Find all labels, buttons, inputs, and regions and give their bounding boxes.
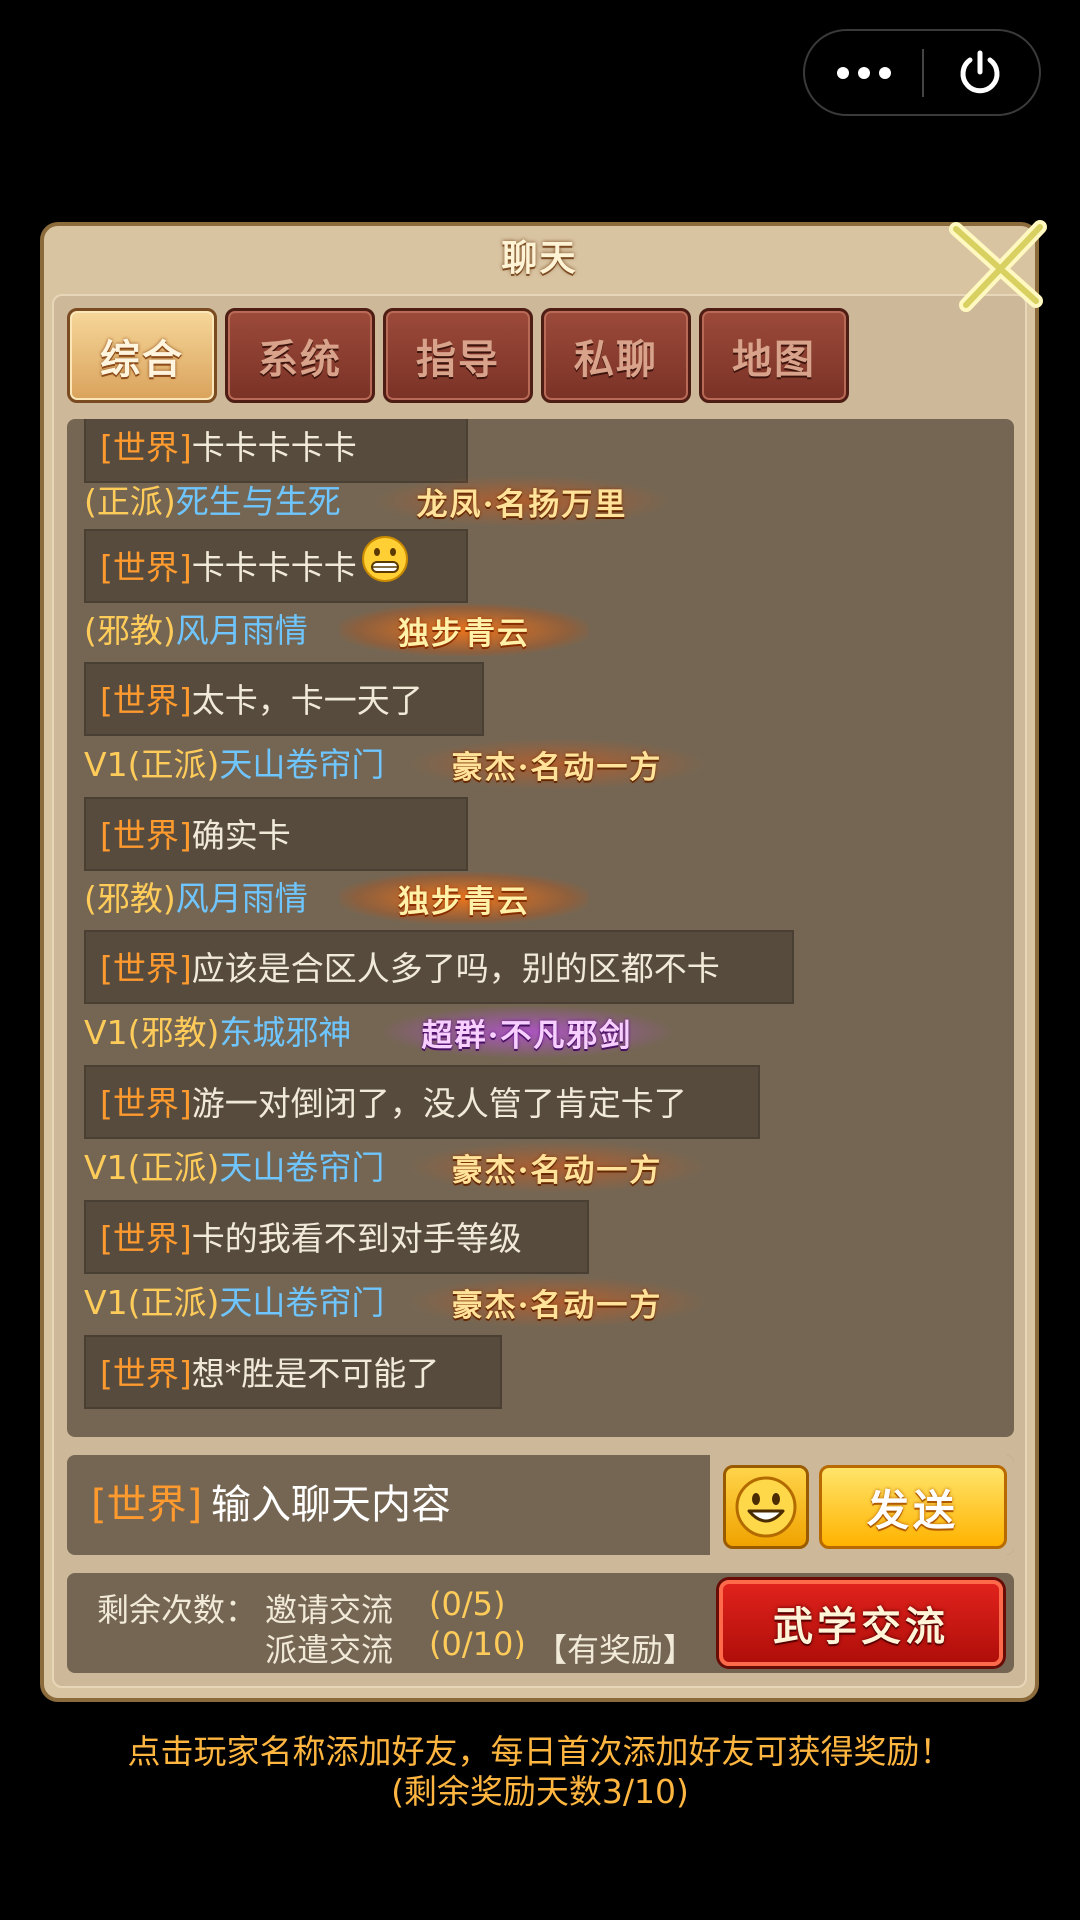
chat-message: [世界]游一对倒闭了，没人管了肯定卡了 xyxy=(84,1065,760,1139)
channel-tag: [世界] xyxy=(100,816,192,855)
sender-faction: (正派) xyxy=(127,1148,220,1187)
sender-name[interactable]: 天山卷帘门 xyxy=(219,1283,384,1322)
chat-message: [世界]卡卡卡卡卡 xyxy=(84,419,468,483)
close-icon[interactable] xyxy=(948,215,1050,315)
channel-tag: [世界] xyxy=(100,949,192,988)
tab-private[interactable]: 私聊 xyxy=(541,308,691,403)
channel-tag: [世界] xyxy=(100,428,192,467)
input-placeholder: 输入聊天内容 xyxy=(211,1482,451,1528)
title-badge: 豪杰·名动一方 xyxy=(407,1276,707,1328)
chat-message: [世界]卡的我看不到对手等级 xyxy=(84,1200,589,1274)
dispatch-count: (0/10) xyxy=(429,1625,526,1663)
remaining-label: 剩余次数： xyxy=(97,1591,258,1629)
sender-line: V1(邪教)东城邪神 xyxy=(84,1008,351,1058)
message-text: 想*胜是不可能了 xyxy=(191,1354,440,1393)
vip-tag: V1 xyxy=(84,745,128,784)
sender-name[interactable]: 死生与生死 xyxy=(176,482,341,521)
power-icon[interactable] xyxy=(955,48,1005,98)
invite-count: (0/5) xyxy=(429,1585,506,1623)
sender-line: V1(正派)天山卷帘门 xyxy=(84,1143,384,1193)
tab-general[interactable]: 综合 xyxy=(67,308,217,403)
chat-message-list[interactable]: [世界]卡卡卡卡卡 (正派)死生与生死 龙凤·名扬万里 [世界]卡卡卡卡卡 (邪… xyxy=(67,419,1014,1437)
title-badge: 龙凤·名扬万里 xyxy=(372,475,672,527)
reward-note: 【有奖励】 xyxy=(535,1631,696,1669)
more-dots-icon[interactable] xyxy=(805,31,923,114)
title-badge: 超群·不凡邪剑 xyxy=(382,1006,672,1058)
chat-message: [世界]确实卡 xyxy=(84,797,468,871)
sender-faction: (邪教) xyxy=(84,611,176,650)
message-text: 卡卡卡卡卡 xyxy=(191,548,357,587)
sender-name[interactable]: 东城邪神 xyxy=(219,1013,351,1052)
chat-message: [世界]应该是合区人多了吗，别的区都不卡 xyxy=(84,930,794,1004)
panel-title: 聊天 xyxy=(501,238,578,279)
tab-system[interactable]: 系统 xyxy=(225,308,375,403)
sender-faction: (邪教) xyxy=(84,879,176,918)
title-badge: 豪杰·名动一方 xyxy=(407,738,707,790)
smiley-icon xyxy=(735,1476,797,1538)
channel-tag: [世界] xyxy=(100,681,192,720)
chat-message: [世界]想*胜是不可能了 xyxy=(84,1335,502,1409)
vip-tag: V1 xyxy=(84,1283,128,1322)
channel-tag: [世界] xyxy=(100,1084,192,1123)
chat-message: [世界]卡卡卡卡卡 xyxy=(84,529,468,603)
sender-name[interactable]: 天山卷帘门 xyxy=(219,745,384,784)
sender-faction: (正派) xyxy=(84,482,176,521)
tab-map[interactable]: 地图 xyxy=(699,308,849,403)
sender-line: V1(正派)天山卷帘门 xyxy=(84,1278,384,1328)
reward-days-hint: (剩余奖励天数3/10) xyxy=(391,1772,689,1811)
title-badge: 独步青云 xyxy=(339,872,589,924)
grin-emoji-icon xyxy=(361,536,408,582)
input-channel-tag[interactable]: [世界] xyxy=(91,1455,202,1555)
sender-faction: (正派) xyxy=(127,745,220,784)
sender-name[interactable]: 风月雨情 xyxy=(176,611,308,650)
title-badge: 独步青云 xyxy=(339,604,589,656)
sender-faction: (正派) xyxy=(127,1283,220,1322)
message-text: 游一对倒闭了，没人管了肯定卡了 xyxy=(191,1084,687,1123)
chat-input[interactable]: [世界] 输入聊天内容 xyxy=(67,1455,710,1555)
sender-name[interactable]: 风月雨情 xyxy=(176,879,308,918)
miniprogram-capsule xyxy=(803,29,1041,116)
emoji-button[interactable] xyxy=(723,1465,809,1549)
message-text: 卡的我看不到对手等级 xyxy=(191,1219,522,1258)
vip-tag: V1 xyxy=(84,1148,128,1187)
message-text: 应该是合区人多了吗，别的区都不卡 xyxy=(191,949,720,988)
sender-line: (邪教)风月雨情 xyxy=(84,606,308,656)
vip-tag: V1 xyxy=(84,1013,128,1052)
chat-tabs: 综合 系统 指导 私聊 地图 xyxy=(67,308,849,403)
message-text: 卡卡卡卡卡 xyxy=(191,428,357,467)
sender-name[interactable]: 天山卷帘门 xyxy=(219,1148,384,1187)
chat-message: [世界]太卡，卡一天了 xyxy=(84,662,484,736)
capsule-divider xyxy=(922,49,924,97)
tab-guide[interactable]: 指导 xyxy=(383,308,533,403)
dispatch-label: 派遣交流 xyxy=(265,1631,394,1669)
sender-line: V1(正派)天山卷帘门 xyxy=(84,740,384,790)
title-badge: 豪杰·名动一方 xyxy=(407,1141,707,1193)
channel-tag: [世界] xyxy=(100,548,192,587)
sender-line: (邪教)风月雨情 xyxy=(84,874,308,924)
martial-exchange-button[interactable]: 武学交流 xyxy=(719,1580,1003,1666)
message-text: 太卡，卡一天了 xyxy=(191,681,423,720)
send-button[interactable]: 发送 xyxy=(819,1465,1007,1549)
message-text: 确实卡 xyxy=(191,816,291,855)
sender-line: (正派)死生与生死 xyxy=(84,477,341,527)
sender-faction: (邪教) xyxy=(127,1013,220,1052)
channel-tag: [世界] xyxy=(100,1219,192,1258)
channel-tag: [世界] xyxy=(100,1354,192,1393)
